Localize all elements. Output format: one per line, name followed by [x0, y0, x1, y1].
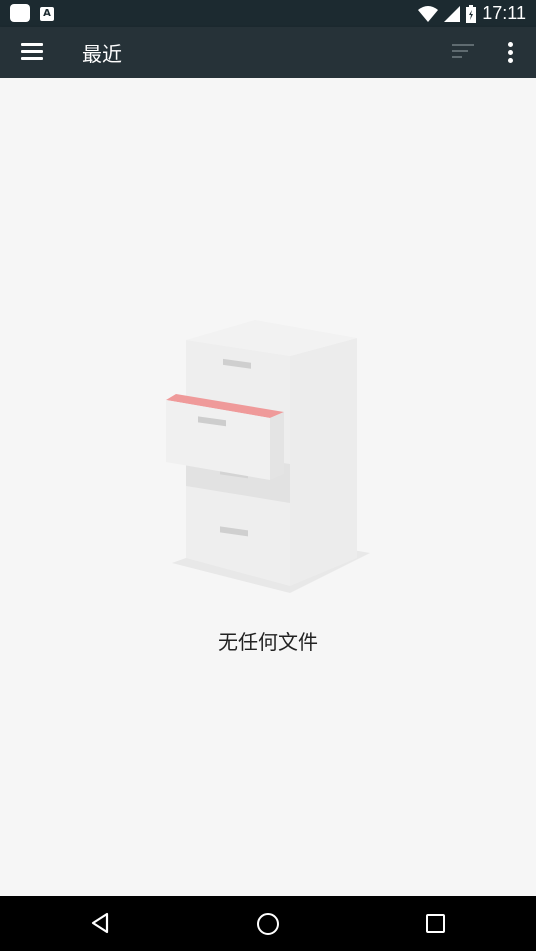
recents-icon[interactable]: [426, 914, 445, 933]
app-bar: 最近: [0, 27, 536, 78]
more-vert-icon[interactable]: [505, 42, 515, 64]
menu-icon[interactable]: [21, 43, 43, 61]
wifi-icon: [418, 5, 439, 22]
empty-state-message: 无任何文件: [218, 630, 318, 654]
a-box-icon: A: [40, 6, 54, 21]
file-cabinet-icon: [166, 320, 370, 593]
status-bar: A 17:11: [0, 0, 536, 27]
content-area: 无任何文件: [0, 78, 536, 896]
navigation-bar: [0, 896, 536, 951]
battery-icon: [466, 4, 477, 23]
back-icon[interactable]: [90, 912, 110, 934]
home-icon[interactable]: [257, 913, 279, 935]
app-square-icon: [10, 4, 30, 22]
sort-icon[interactable]: [452, 44, 474, 60]
signal-icon: [444, 5, 461, 22]
status-time: 17:11: [482, 3, 526, 23]
page-title: 最近: [82, 42, 122, 66]
